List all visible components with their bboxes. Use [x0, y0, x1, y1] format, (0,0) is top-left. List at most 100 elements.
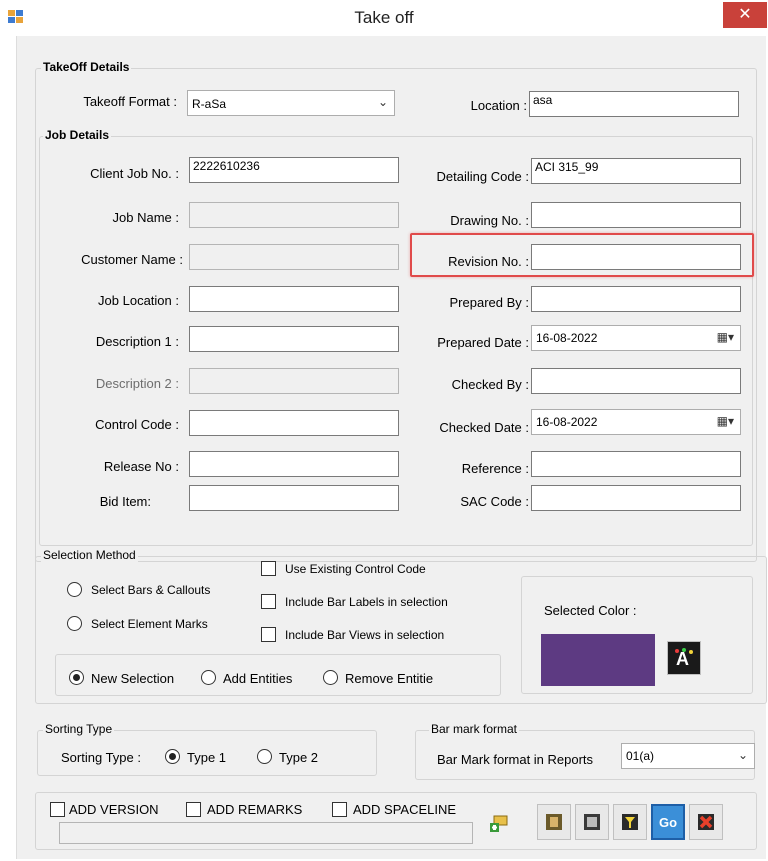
sorting-type-title: Sorting Type — [43, 722, 115, 736]
detailing-code-label: Detailing Code : — [436, 169, 530, 184]
calendar-icon[interactable]: ▦▾ — [717, 330, 734, 344]
drawing-no-input[interactable] — [531, 202, 741, 228]
takeoff-format-label: Takeoff Format : — [83, 94, 177, 109]
select-icon[interactable] — [575, 804, 609, 840]
location-input[interactable]: asa — [529, 91, 739, 117]
bar-mark-select[interactable]: 01(a) ⌄ — [621, 743, 755, 769]
add-version-label: ADD VERSION — [69, 802, 159, 817]
description-1-input[interactable] — [189, 326, 399, 352]
add-remarks-label: ADD REMARKS — [207, 802, 303, 817]
calendar-icon[interactable]: ▦▾ — [717, 414, 734, 428]
prepared-date-label: Prepared Date : — [437, 335, 529, 350]
form-body: TakeOff Details Takeoff Format : R-aSa ⌄… — [16, 36, 767, 859]
bid-item-input[interactable] — [189, 485, 399, 511]
description-2-input — [189, 368, 399, 394]
filter-icon[interactable] — [613, 804, 647, 840]
add-spaceline-checkbox[interactable] — [332, 802, 347, 817]
version-text-field — [59, 822, 473, 844]
prepared-date-picker[interactable]: 16-08-2022 ▦▾ — [531, 325, 741, 351]
new-selection-label: New Selection — [91, 671, 175, 686]
checked-date-picker[interactable]: 16-08-2022 ▦▾ — [531, 409, 741, 435]
sort-type2-label: Type 2 — [279, 750, 319, 765]
job-name-label: Job Name : — [112, 210, 179, 225]
detailing-code-input[interactable]: ACI 315_99 — [531, 158, 741, 184]
checked-by-label: Checked By : — [451, 377, 529, 392]
chevron-down-icon: ⌄ — [377, 95, 388, 109]
job-location-input[interactable] — [189, 286, 399, 312]
customer-name-input — [189, 244, 399, 270]
client-job-no-label: Client Job No. : — [90, 166, 179, 181]
bar-mark-title: Bar mark format — [429, 722, 520, 736]
add-icon[interactable] — [483, 808, 515, 840]
location-label: Location : — [470, 98, 527, 113]
selected-color-label: Selected Color : — [544, 603, 637, 618]
checked-date-label: Checked Date : — [439, 420, 529, 435]
sac-code-input[interactable] — [531, 485, 741, 511]
include-views-checkbox[interactable] — [261, 627, 276, 642]
hand-glyph — [546, 814, 562, 830]
filter-glyph — [622, 814, 638, 830]
use-existing-label: Use Existing Control Code — [285, 562, 426, 576]
select-bars-radio[interactable] — [67, 582, 82, 597]
description-1-label: Description 1 : — [95, 334, 179, 349]
add-spaceline-label: ADD SPACELINE — [353, 802, 457, 817]
takeoff-details-title: TakeOff Details — [41, 60, 132, 74]
take-off-window: Take off ✕ TakeOff Details Takeoff Forma… — [0, 0, 768, 861]
include-views-label: Include Bar Views in selection — [285, 628, 445, 642]
sort-type1-radio[interactable] — [165, 749, 180, 764]
select-marks-radio[interactable] — [67, 616, 82, 631]
drawing-no-label: Drawing No. : — [450, 213, 529, 228]
prepared-date-value: 16-08-2022 — [536, 331, 598, 345]
add-glyph — [490, 815, 508, 832]
checked-by-input[interactable] — [531, 368, 741, 394]
sort-type2-radio[interactable] — [257, 749, 272, 764]
reference-input[interactable] — [531, 451, 741, 477]
new-selection-radio[interactable] — [69, 670, 84, 685]
takeoff-format-value: R-aSa — [192, 97, 227, 111]
go-icon[interactable]: Go — [651, 804, 685, 840]
revision-no-input[interactable] — [531, 244, 741, 270]
color-picker-glyph: A — [675, 648, 693, 669]
remove-entities-label: Remove Entitie — [345, 671, 434, 686]
release-no-label: Release No : — [103, 459, 179, 474]
cancel-icon[interactable] — [689, 804, 723, 840]
chevron-down-icon: ⌄ — [737, 748, 748, 762]
add-remarks-checkbox[interactable] — [186, 802, 201, 817]
client-job-no-input[interactable]: 2222610236 — [189, 157, 399, 183]
bid-item-label: Bid Item: — [99, 494, 151, 509]
job-details-title: Job Details — [43, 128, 112, 142]
include-labels-label: Include Bar Labels in selection — [285, 595, 448, 609]
selection-method-title: Selection Method — [41, 548, 138, 562]
revision-no-label: Revision No. : — [448, 254, 529, 269]
close-icon[interactable]: ✕ — [723, 2, 767, 28]
hand-icon[interactable] — [537, 804, 571, 840]
sort-type1-label: Type 1 — [187, 750, 227, 765]
description-2-label: Description 2 : — [95, 376, 179, 391]
select-marks-label: Select Element Marks — [91, 617, 208, 631]
select-glyph — [584, 814, 600, 830]
control-code-input[interactable] — [189, 410, 399, 436]
cancel-glyph — [698, 814, 714, 830]
takeoff-format-select[interactable]: R-aSa ⌄ — [187, 90, 395, 116]
title-bar: Take off ✕ — [0, 0, 768, 36]
bar-mark-label: Bar Mark format in Reports — [437, 752, 594, 767]
sac-code-label: SAC Code : — [460, 494, 529, 509]
add-version-checkbox[interactable] — [50, 802, 65, 817]
reference-label: Reference : — [461, 461, 529, 476]
add-entities-radio[interactable] — [201, 670, 216, 685]
include-labels-checkbox[interactable] — [261, 594, 276, 609]
control-code-label: Control Code : — [95, 417, 179, 432]
select-bars-label: Select Bars & Callouts — [91, 583, 211, 597]
remove-entities-radio[interactable] — [323, 670, 338, 685]
add-entities-label: Add Entities — [223, 671, 293, 686]
sorting-type-label: Sorting Type : — [61, 750, 141, 765]
window-title: Take off — [354, 8, 414, 27]
job-location-label: Job Location : — [98, 293, 179, 308]
prepared-by-input[interactable] — [531, 286, 741, 312]
prepared-by-label: Prepared By : — [449, 295, 530, 310]
bar-mark-value: 01(a) — [626, 749, 655, 763]
release-no-input[interactable] — [189, 451, 399, 477]
color-picker-icon[interactable]: A — [667, 641, 701, 675]
checked-date-value: 16-08-2022 — [536, 415, 598, 429]
use-existing-checkbox[interactable] — [261, 561, 276, 576]
